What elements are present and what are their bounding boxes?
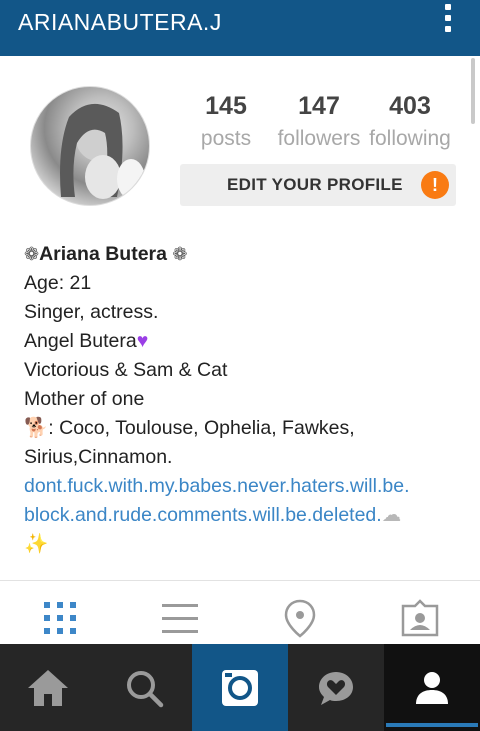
bio-line: Sirius,Cinnamon.	[24, 446, 173, 468]
edit-profile-label: EDIT YOUR PROFILE	[227, 175, 403, 194]
search-icon[interactable]	[96, 644, 192, 731]
profile-view-tabs	[0, 590, 480, 644]
avatar[interactable]	[30, 86, 150, 206]
gear-icon: ❁	[172, 244, 188, 264]
sparkles-icon: ✨	[24, 533, 49, 555]
gear-icon: ❁	[24, 244, 40, 264]
bio-line: Victorious & Sam & Cat	[24, 359, 228, 381]
followers-label: followers	[277, 127, 361, 150]
bio-line: 🐕: Coco, Toulouse, Ophelia, Fawkes,	[24, 417, 355, 439]
edit-profile-button[interactable]: EDIT YOUR PROFILE !	[180, 164, 456, 206]
bio-name: Ariana Butera	[39, 243, 167, 265]
map-pin-icon[interactable]	[280, 598, 320, 638]
purple-heart-icon: ♥	[136, 330, 149, 352]
cloud-icon: ☁	[381, 504, 402, 526]
bio-line: ✨	[24, 530, 464, 559]
posts-label: posts	[200, 127, 252, 150]
home-icon[interactable]	[0, 644, 96, 731]
following-count: 403	[389, 92, 431, 120]
alert-icon: !	[421, 171, 449, 199]
dog-icon: 🐕	[24, 417, 49, 439]
bio-line: Angel Butera♥	[24, 330, 149, 352]
bottom-navigation	[0, 644, 480, 731]
avatar-photo	[60, 103, 145, 199]
bio-line: Singer, actress.	[24, 301, 159, 323]
grid-icon[interactable]	[40, 598, 80, 638]
active-tab-indicator	[386, 723, 478, 727]
activity-heart-icon[interactable]	[288, 644, 384, 731]
following-label: following	[369, 127, 451, 150]
overflow-menu-icon[interactable]	[440, 4, 456, 38]
profile-username: ARIANABUTERA.J	[18, 9, 222, 35]
posts-stat[interactable]: 145 posts	[196, 92, 256, 151]
divider	[0, 580, 480, 581]
bio-link[interactable]: dont.fuck.with.my.babes.never.haters.wil…	[24, 472, 464, 501]
profile-bio: ❁Ariana Butera ❁ Age: 21 Singer, actress…	[24, 240, 464, 559]
bio-line: Mother of one	[24, 388, 145, 410]
list-icon[interactable]	[160, 598, 200, 638]
bio-link-line[interactable]: block.and.rude.comments.will.be.deleted.…	[24, 501, 464, 530]
bio-name-line: ❁Ariana Butera ❁	[24, 240, 464, 269]
profile-icon[interactable]	[384, 644, 480, 731]
scrollbar[interactable]	[471, 58, 475, 124]
followers-count: 147	[298, 92, 340, 120]
camera-icon[interactable]	[192, 644, 288, 731]
following-stat[interactable]: 403 following	[366, 92, 454, 151]
posts-count: 145	[205, 92, 247, 120]
tagged-photos-icon[interactable]	[400, 598, 440, 638]
followers-stat[interactable]: 147 followers	[273, 92, 365, 151]
top-app-bar: ARIANABUTERA.J	[0, 0, 480, 56]
bio-line: Age: 21	[24, 272, 92, 294]
